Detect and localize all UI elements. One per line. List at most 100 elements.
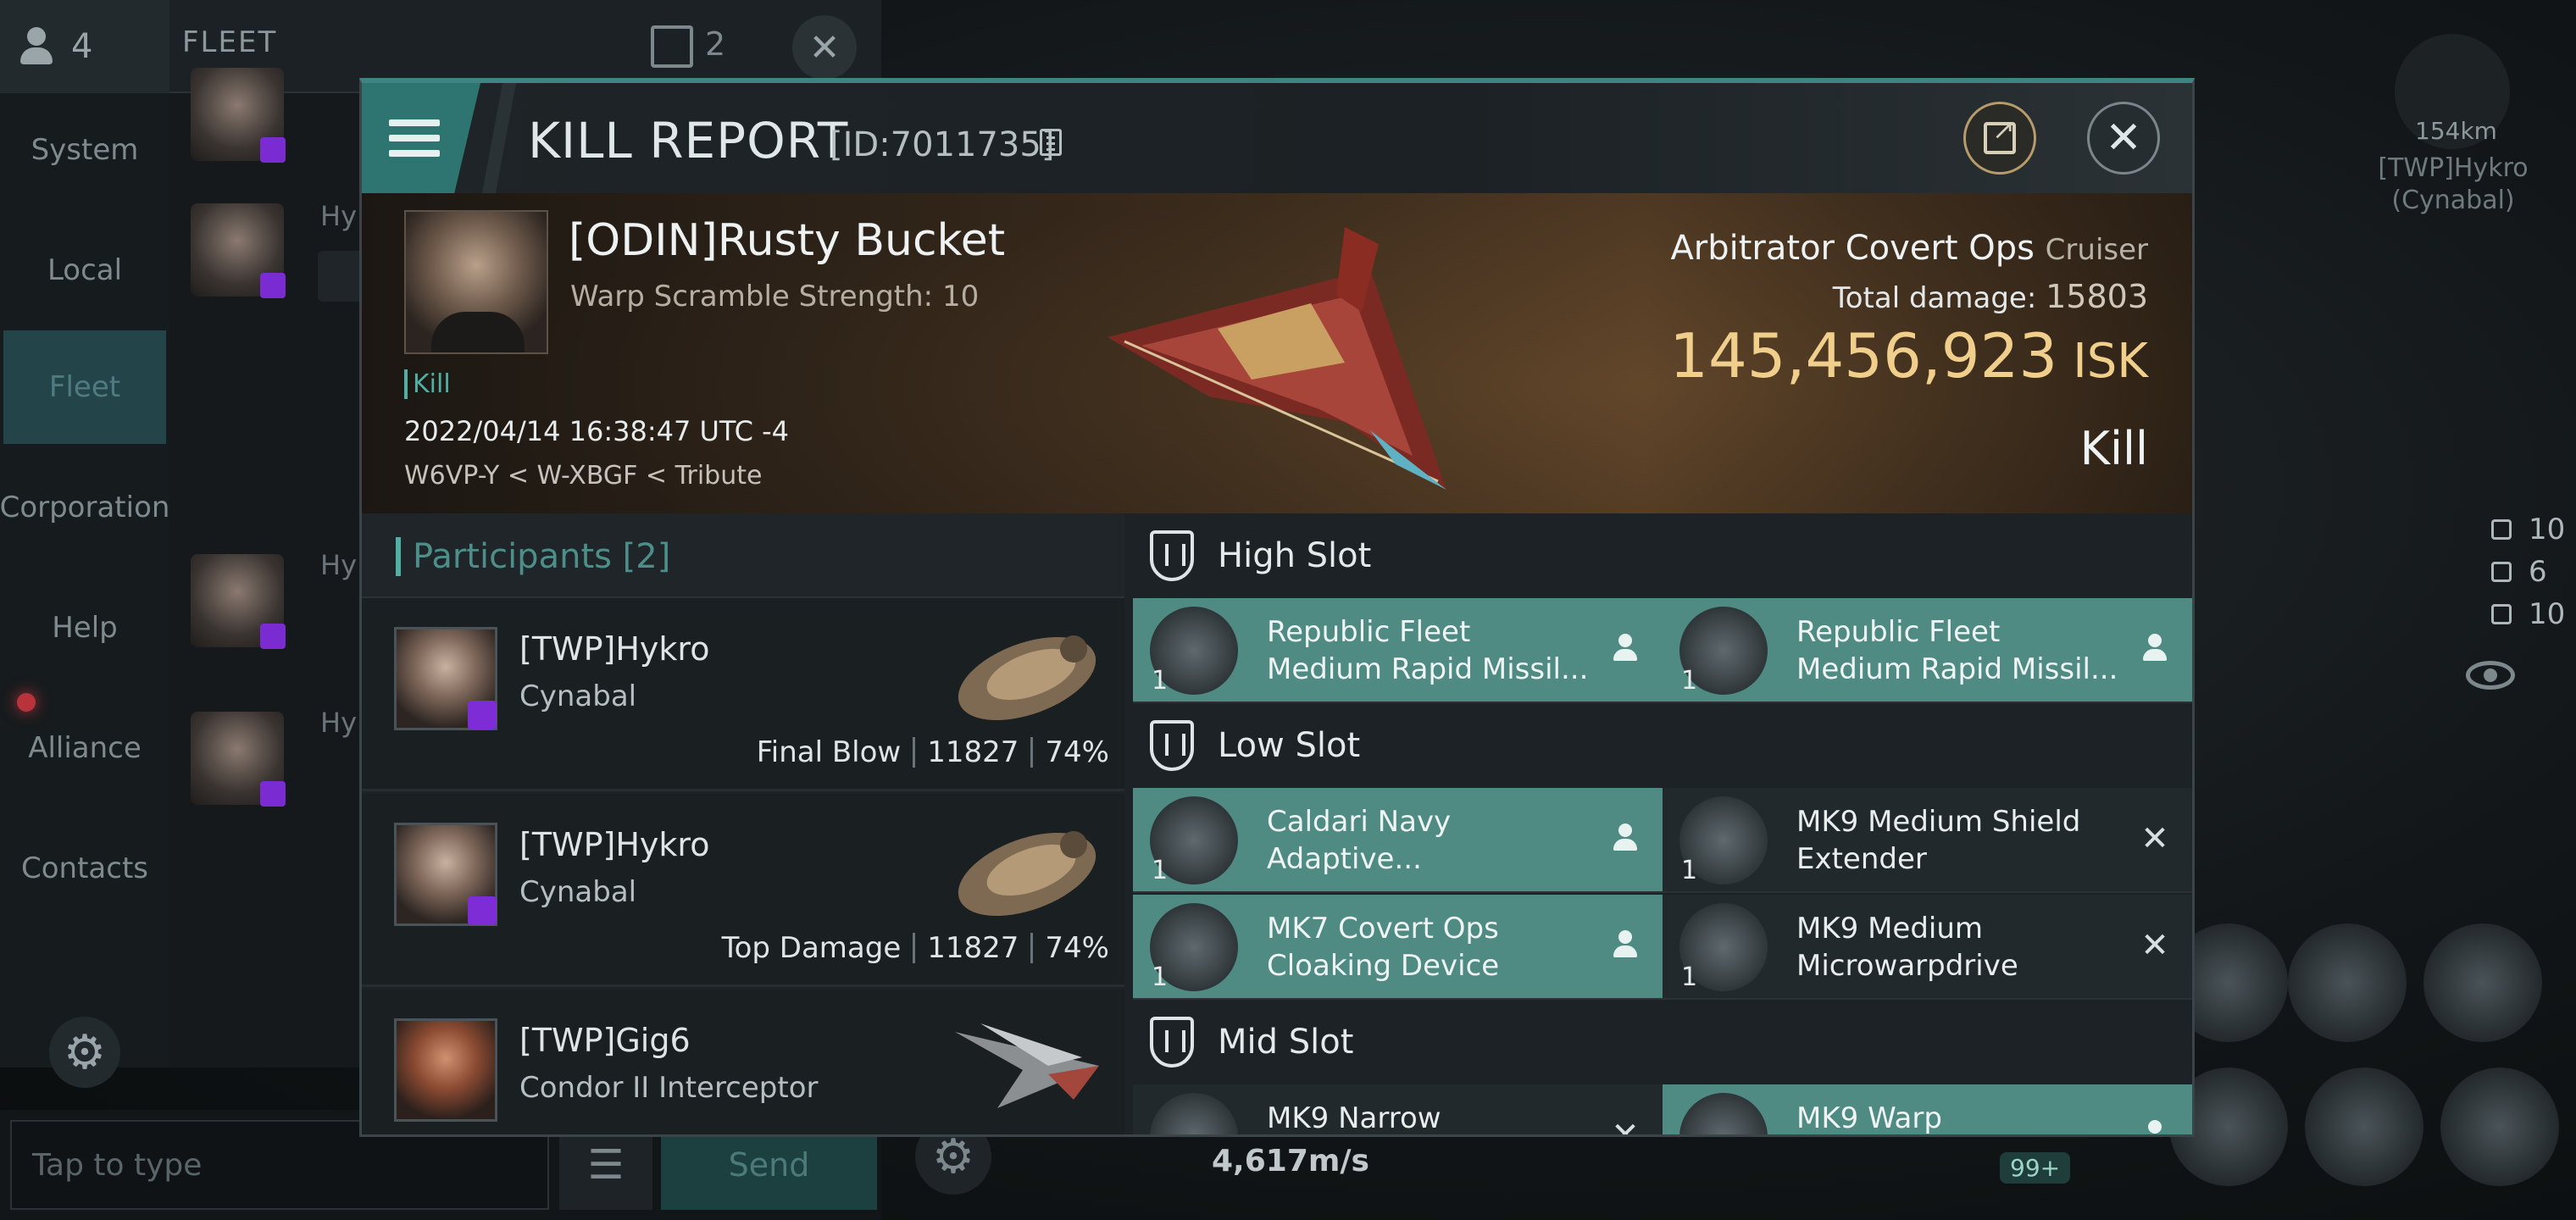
- menu-button[interactable]: [362, 83, 480, 193]
- target-name: [TWP]Hykro (Cynabal): [2378, 153, 2529, 215]
- cargo-badge: 99+: [2000, 1152, 2071, 1184]
- mid-slot-module[interactable]: MK9 Narrow ✕: [1133, 1084, 1663, 1137]
- stat-separator: [913, 737, 916, 768]
- participant-row[interactable]: [TWP]Hykro Cynabal Final Blow 11827 74%: [362, 598, 1124, 791]
- window-icon[interactable]: [651, 25, 693, 68]
- chat-name: Hy: [320, 707, 357, 739]
- close-button[interactable]: ✕: [2087, 102, 2160, 175]
- eye-icon[interactable]: [2466, 661, 2515, 690]
- module-button[interactable]: [2288, 923, 2407, 1042]
- header-accent: [396, 537, 401, 576]
- participants-title: Participants [2]: [413, 537, 671, 576]
- ship-speed: 4,617m/s: [1212, 1144, 1369, 1178]
- fitting-panel: High Slot 1 Republic Fleet Medium Rapid …: [1124, 513, 2192, 1137]
- module-button[interactable]: [2440, 1068, 2559, 1186]
- stat-row: 6: [2491, 555, 2547, 589]
- dropped-person-icon: [2138, 1118, 2172, 1134]
- victim-portrait[interactable]: [404, 210, 548, 354]
- mid-slot-module[interactable]: MK9 Warp: [1663, 1084, 2192, 1134]
- low-slot-module[interactable]: 1 MK7 Covert Ops Cloaking Device: [1133, 895, 1663, 1000]
- fleet-panel-title: FLEET: [182, 25, 278, 59]
- left-nav: System Local Fleet Corporation Help Alli…: [0, 93, 169, 1068]
- stat-icon: [2491, 562, 2512, 582]
- chat-name: Hy: [320, 200, 357, 232]
- chat-avatar[interactable]: [191, 68, 286, 163]
- low-slot-module[interactable]: 1 MK9 Medium Microwarpdrive ✕: [1663, 895, 2192, 1000]
- stat-separator: [1030, 737, 1034, 768]
- nav-help[interactable]: Help: [3, 571, 166, 685]
- low-slot-module[interactable]: 1 Caldari Navy Adaptive...: [1133, 788, 1663, 893]
- participant-name: [TWP]Hykro: [519, 630, 710, 668]
- header-divider: [482, 83, 516, 193]
- modal-header: KILL REPORT [ID:7011735] ✕: [362, 83, 2192, 193]
- victim-name[interactable]: [ODIN]Rusty Bucket: [569, 215, 1005, 266]
- mid-slot-header: Mid Slot: [1124, 1000, 2192, 1084]
- fleet-close-icon[interactable]: ✕: [792, 15, 857, 80]
- stat-row: 10: [2491, 597, 2565, 631]
- participant-avatar[interactable]: [394, 1018, 497, 1122]
- participant-ship-image: [955, 1023, 1099, 1108]
- kill-date: 2022/04/14 16:38:47 UTC -4: [404, 415, 790, 447]
- nav-contacts[interactable]: Contacts: [3, 812, 166, 925]
- window-count: 2: [705, 25, 726, 63]
- fleet-member-count[interactable]: 4: [0, 0, 169, 93]
- participant-ship: Cynabal: [519, 875, 637, 909]
- kill-location[interactable]: W6VP-Y < W-XBGF < Tribute: [404, 461, 762, 491]
- participant-avatar[interactable]: [394, 823, 497, 926]
- stat-icon: [2491, 604, 2512, 624]
- low-slot-module[interactable]: 1 MK9 Medium Shield Extender ✕: [1663, 788, 2192, 893]
- isk-value: 145,456,923 ISK: [1669, 320, 2148, 391]
- hamburger-icon: [389, 119, 440, 157]
- dropped-person-icon: [2138, 632, 2172, 666]
- stat-separator: [913, 933, 916, 963]
- participant-stats: Final Blow 11827 74%: [756, 735, 1109, 769]
- high-slot-module[interactable]: 1 Republic Fleet Medium Rapid Missil...: [1663, 598, 2192, 703]
- copy-icon[interactable]: [1040, 129, 1062, 156]
- dropped-person-icon: [1608, 929, 1642, 962]
- participant-row[interactable]: [TWP]Gig6 Condor II Interceptor: [362, 990, 1124, 1134]
- kill-tag: Kill: [404, 369, 451, 399]
- notification-dot: [17, 693, 36, 712]
- nav-system[interactable]: System: [3, 93, 166, 207]
- report-id: [ID:7011735]: [830, 125, 1055, 164]
- chat-name: Hy: [320, 549, 357, 581]
- target-distance: 154km: [2415, 117, 2497, 145]
- chat-avatar[interactable]: [191, 712, 286, 807]
- participants-header: Participants [2]: [362, 513, 1124, 598]
- low-slot-icon: [1150, 720, 1194, 771]
- warp-scramble-strength: Warp Scramble Strength: 10: [570, 280, 980, 313]
- corp-badge: [468, 701, 497, 729]
- corp-badge: [468, 896, 497, 925]
- stat-row: 10: [2491, 513, 2565, 546]
- destroyed-x-icon: ✕: [1611, 1116, 1640, 1137]
- participant-row[interactable]: [TWP]Hykro Cynabal Top Damage 11827 74%: [362, 794, 1124, 987]
- participants-panel: Participants [2] [TWP]Hykro Cynabal Fina…: [362, 513, 1124, 1134]
- kill-report-modal: KILL REPORT [ID:7011735] ✕ [ODIN]Rusty B…: [359, 78, 2195, 1137]
- share-button[interactable]: [1963, 102, 2036, 175]
- low-slot-header: Low Slot: [1124, 703, 2192, 788]
- kill-report-title: KILL REPORT: [528, 112, 849, 169]
- participant-name: [TWP]Hykro: [519, 826, 710, 863]
- participant-stats: Top Damage 11827 74%: [721, 931, 1109, 965]
- nav-local[interactable]: Local: [3, 214, 166, 327]
- settings-gear-icon[interactable]: ⚙: [49, 1017, 120, 1088]
- share-icon: [1984, 114, 2016, 154]
- total-damage: Total damage: 15803: [1832, 278, 2148, 315]
- participant-ship: Condor II Interceptor: [519, 1071, 819, 1105]
- participant-avatar[interactable]: [394, 627, 497, 730]
- module-button[interactable]: [2305, 1068, 2423, 1186]
- dropped-person-icon: [1608, 822, 1642, 856]
- nav-corporation[interactable]: Corporation: [0, 451, 169, 564]
- module-icon: [1679, 1093, 1768, 1134]
- nav-fleet[interactable]: Fleet: [3, 330, 166, 444]
- destroyed-x-icon: ✕: [2140, 819, 2169, 858]
- victim-ship-image: [1108, 227, 1446, 490]
- chat-avatar[interactable]: [191, 554, 286, 649]
- victim-ship-type: Arbitrator Covert Ops Cruiser: [1670, 229, 2148, 268]
- person-icon: [17, 27, 56, 66]
- mid-slot-icon: [1150, 1017, 1194, 1068]
- dropped-person-icon: [1608, 632, 1642, 666]
- high-slot-module[interactable]: 1 Republic Fleet Medium Rapid Missil...: [1133, 598, 1663, 703]
- chat-avatar[interactable]: [191, 203, 286, 298]
- module-button[interactable]: [2423, 923, 2542, 1042]
